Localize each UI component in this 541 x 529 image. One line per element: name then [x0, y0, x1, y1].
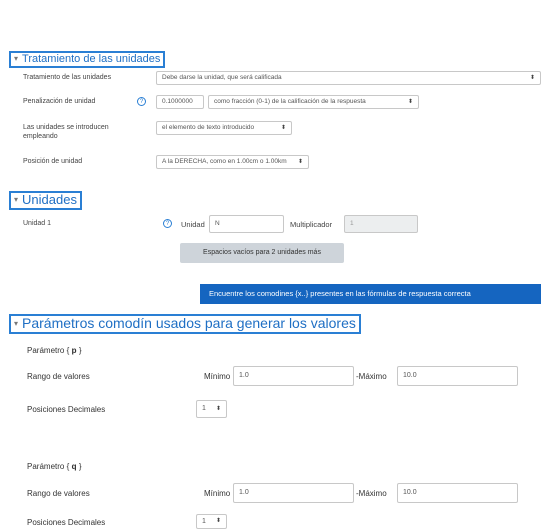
find-wildcards-button[interactable]: Encuentre los comodines {x..} presentes … — [200, 284, 541, 304]
select-caret-icon: ⬍ — [529, 75, 535, 81]
param-p-max-value: 10.0 — [403, 372, 417, 379]
param-q-range-label: Rango de valores — [27, 489, 90, 498]
treatment-select[interactable]: Debe darse la unidad, que será calificad… — [156, 71, 541, 85]
help-icon[interactable]: ? — [137, 97, 146, 106]
param-q-label: Parámetro { q } — [27, 462, 82, 472]
param-p-decimals-select[interactable]: 1 ⬍ — [196, 400, 227, 418]
units-input-select[interactable]: el elemento de texto introducido ⬍ — [156, 121, 292, 135]
param-p-decimals-label: Posiciones Decimales — [27, 405, 106, 414]
section-header-wildcard-params[interactable]: ▾ Parámetros comodín usados para generar … — [9, 314, 361, 335]
select-caret-icon: ⬍ — [215, 518, 221, 524]
param-q-min-input[interactable]: 1.0 — [233, 483, 354, 503]
penalty-mode-select[interactable]: como fracción (0-1) de la calificación d… — [208, 95, 419, 109]
unit-position-select[interactable]: A la DERECHA, como en 1.00cm o 1.00km ⬍ — [156, 155, 309, 169]
unit-input-value: N — [215, 220, 220, 227]
chevron-down-icon: ▾ — [14, 53, 19, 63]
penalty-mode-value: como fracción (0-1) de la calificación d… — [214, 98, 366, 105]
select-caret-icon: ⬍ — [280, 125, 286, 131]
param-q-max-value: 10.0 — [403, 489, 417, 496]
multiplier-input-value: 1 — [350, 220, 354, 227]
penalty-input[interactable]: 0.1000000 — [156, 95, 204, 109]
param-q-min-label: Mínimo — [204, 489, 231, 498]
unit-position-label: Posición de unidad — [23, 158, 83, 165]
section-header-units-treatment[interactable]: ▾ Tratamiento de las unidades — [9, 51, 166, 69]
unit-position-value: A la DERECHA, como en 1.00cm o 1.00km — [162, 158, 287, 165]
param-name: q — [71, 462, 77, 472]
section-header-units[interactable]: ▾ Unidades — [9, 191, 82, 211]
unit-input[interactable]: N — [209, 215, 284, 233]
param-p-max-input[interactable]: 10.0 — [397, 366, 518, 386]
select-caret-icon: ⬍ — [407, 99, 413, 105]
param-p-label: Parámetro { p } — [27, 346, 82, 356]
param-p-range-label: Rango de valores — [27, 372, 90, 381]
select-caret-icon: ⬍ — [297, 159, 303, 165]
treatment-select-value: Debe darse la unidad, que será calificad… — [162, 74, 282, 81]
param-q-max-label: -Máximo — [356, 489, 387, 498]
section-title: Unidades — [22, 192, 77, 207]
param-p-max-label: -Máximo — [356, 372, 387, 381]
param-p-min-value: 1.0 — [239, 372, 249, 379]
param-label-prefix: Parámetro — [27, 346, 65, 355]
param-q-min-value: 1.0 — [239, 489, 249, 496]
add-unit-blanks-button[interactable]: Espacios vacíos para 2 unidades más — [180, 243, 344, 263]
multiplier-label: Multiplicador — [290, 220, 333, 229]
param-name: p — [71, 346, 77, 356]
chevron-down-icon: ▾ — [14, 195, 19, 205]
param-p-min-label: Mínimo — [204, 372, 231, 381]
param-q-decimals-label: Posiciones Decimales — [27, 518, 106, 527]
param-p-decimals-value: 1 — [202, 405, 206, 412]
penalty-input-value: 0.1000000 — [162, 98, 193, 105]
penalty-label: Penalización de unidad — [23, 98, 96, 105]
units-input-value: el elemento de texto introducido — [162, 124, 255, 131]
help-icon[interactable]: ? — [163, 219, 172, 228]
param-q-decimals-value: 1 — [202, 518, 206, 525]
chevron-down-icon: ▾ — [14, 318, 19, 328]
unit-field-label: Unidad — [181, 220, 205, 229]
unit1-label: Unidad 1 — [23, 220, 52, 227]
treatment-label: Tratamiento de las unidades — [23, 74, 112, 81]
select-caret-icon: ⬍ — [215, 406, 221, 412]
param-q-decimals-select[interactable]: 1 ⬍ — [196, 514, 227, 529]
multiplier-input[interactable]: 1 — [344, 215, 418, 233]
section-title: Parámetros comodín usados para generar l… — [22, 315, 356, 331]
section-title: Tratamiento de las unidades — [22, 53, 161, 65]
param-p-min-input[interactable]: 1.0 — [233, 366, 354, 386]
param-q-max-input[interactable]: 10.0 — [397, 483, 518, 503]
units-input-label: Las unidades se introducen empleando — [23, 124, 109, 141]
param-label-prefix: Parámetro — [27, 462, 65, 471]
